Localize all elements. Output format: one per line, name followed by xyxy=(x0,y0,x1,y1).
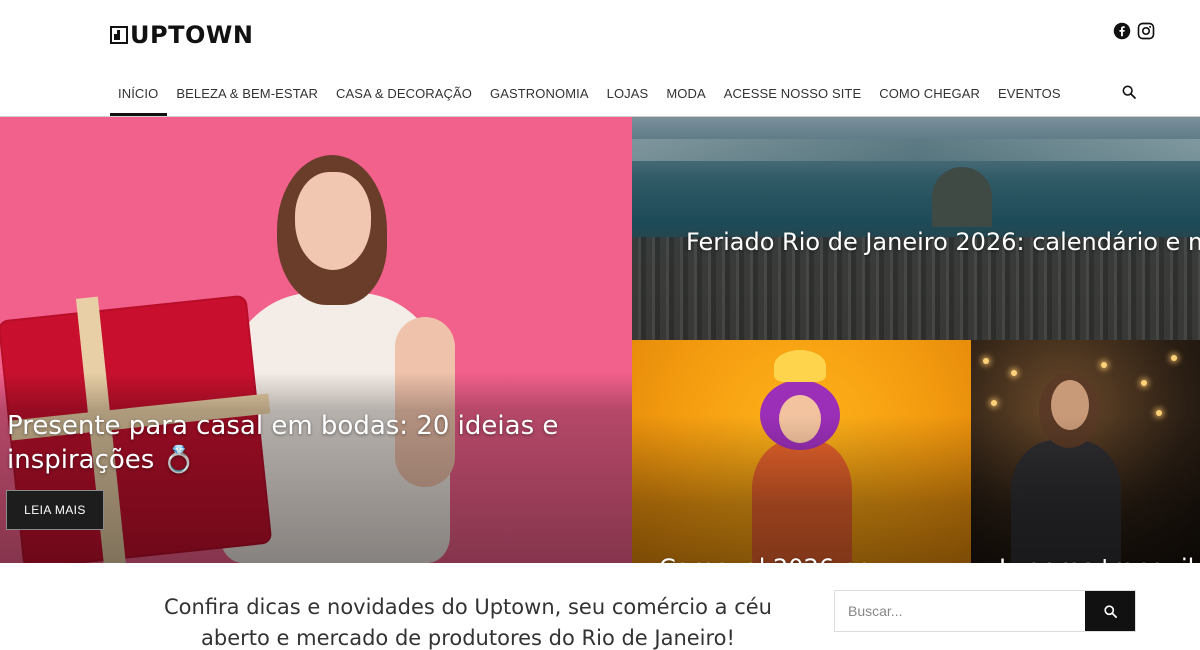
nav-item-inicio[interactable]: INÍCIO xyxy=(110,73,168,116)
hero-rio-title[interactable]: Feriado Rio de Janeiro 2026: calendário … xyxy=(686,225,1200,259)
hero-carnaval-title[interactable]: Carnaval 2026 no Uptown Barra: festa, bl… xyxy=(659,551,959,563)
social-links xyxy=(1113,22,1155,40)
logo[interactable]: UPTOWN xyxy=(110,21,254,49)
nav-item-site[interactable]: ACESSE NOSSO SITE xyxy=(715,73,871,115)
search-form xyxy=(834,590,1136,632)
nav-item-como-chegar[interactable]: COMO CHEGAR xyxy=(870,73,989,115)
search-button[interactable] xyxy=(1085,591,1135,631)
sugarloaf-mountain xyxy=(932,167,992,227)
bokeh-light xyxy=(1011,370,1017,376)
bokeh-light xyxy=(1141,380,1147,386)
search-icon[interactable] xyxy=(1121,84,1137,100)
woman-face xyxy=(295,172,371,270)
nav-item-eventos[interactable]: EVENTOS xyxy=(989,73,1070,115)
search-icon xyxy=(1103,604,1117,618)
main-nav: INÍCIO BELEZA & BEM-ESTAR CASA & DECORAÇ… xyxy=(110,73,1070,116)
search-input[interactable] xyxy=(835,591,1085,631)
hero-night-card[interactable]: Lugares tranquilos para passear no Rio d… xyxy=(971,340,1200,563)
read-more-button[interactable]: LEIA MAIS xyxy=(6,490,104,530)
bokeh-light xyxy=(1101,362,1107,368)
card-overlay xyxy=(632,415,971,563)
site-header: UPTOWN INÍCIO BELEZA & BEM-ESTAR CASA & … xyxy=(0,0,1200,117)
hero-grid: Presente para casal em bodas: 20 ideias … xyxy=(0,117,1200,563)
hero-main-title[interactable]: Presente para casal em bodas: 20 ideias … xyxy=(7,409,567,477)
nav-item-casa[interactable]: CASA & DECORAÇÃO xyxy=(327,73,481,115)
rio-hills xyxy=(632,139,1200,161)
nav-item-gastronomia[interactable]: GASTRONOMIA xyxy=(481,73,598,115)
hero-carnaval-card[interactable]: Carnaval 2026 no Uptown Barra: festa, bl… xyxy=(632,340,971,563)
card-overlay xyxy=(971,415,1200,563)
hero-main-card[interactable]: Presente para casal em bodas: 20 ideias … xyxy=(0,117,632,563)
bokeh-light xyxy=(1171,355,1177,361)
nav-item-lojas[interactable]: LOJAS xyxy=(598,73,658,115)
hero-rio-card[interactable]: Feriado Rio de Janeiro 2026: calendário … xyxy=(632,117,1200,340)
logo-mark-icon xyxy=(110,26,128,44)
nav-item-beleza[interactable]: BELEZA & BEM-ESTAR xyxy=(167,73,327,115)
facebook-icon[interactable] xyxy=(1113,22,1131,40)
intro-text: Confira dicas e novidades do Uptown, seu… xyxy=(164,595,772,650)
bokeh-light xyxy=(991,400,997,406)
nav-item-moda[interactable]: MODA xyxy=(657,73,714,115)
logo-text: UPTOWN xyxy=(130,21,254,49)
bokeh-light xyxy=(983,358,989,364)
instagram-icon[interactable] xyxy=(1137,22,1155,40)
hero-night-title[interactable]: Lugares tranquilos para passear no Rio d… xyxy=(999,551,1200,563)
child-hat xyxy=(774,350,826,382)
